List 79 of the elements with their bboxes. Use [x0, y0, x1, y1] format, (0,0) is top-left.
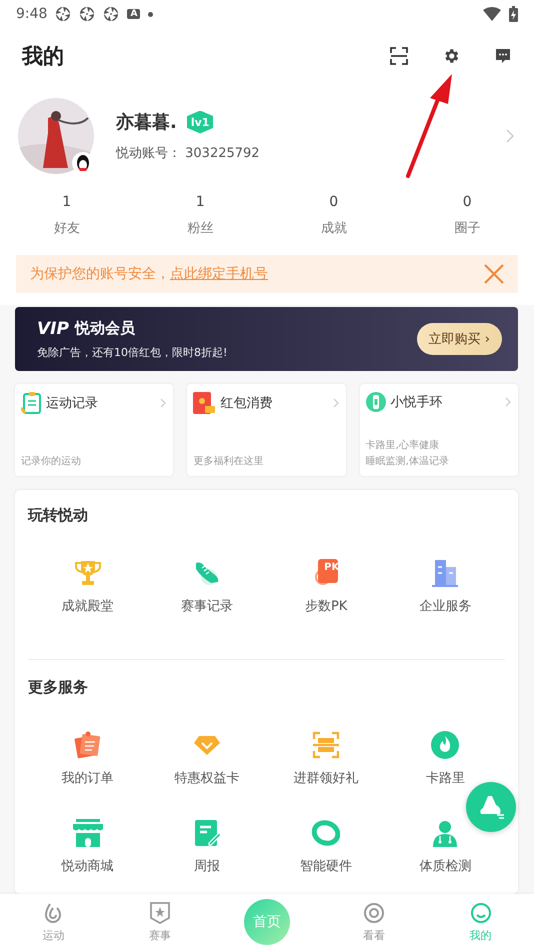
wristband-icon — [366, 392, 386, 412]
flame-icon[interactable] — [431, 731, 460, 759]
store-icon[interactable] — [72, 819, 103, 847]
vip-subtitle: 免除广告，还有10倍红包，限时8折起! — [37, 344, 228, 360]
chevron-right-icon — [332, 398, 339, 408]
stat-value[interactable]: 1 — [62, 194, 72, 210]
feature-card[interactable]: 小悦手环 卡路里,心率健康 睡眠监测,体温记录 — [360, 384, 518, 476]
ring-band-icon[interactable] — [312, 819, 340, 847]
buy-now-button[interactable]: 立即购买 › — [416, 323, 502, 355]
service-label[interactable]: 成就殿堂 — [62, 597, 114, 615]
scan-icon[interactable] — [390, 47, 408, 65]
feature-card[interactable]: 运动记录 记录你的运动 — [15, 384, 174, 476]
notice-text: 为保护您的账号安全， — [30, 265, 170, 283]
message-icon[interactable] — [494, 47, 512, 65]
envelope-icon — [193, 392, 216, 414]
app-notification-icon — [103, 6, 120, 22]
doctor-icon[interactable] — [431, 819, 460, 847]
more-dot-icon — [148, 12, 154, 16]
battery-icon — [509, 6, 518, 22]
stat-label[interactable]: 圈子 — [454, 219, 480, 237]
smile-face-icon — [470, 902, 492, 924]
scan-frame-icon[interactable] — [312, 731, 340, 759]
service-label[interactable]: 特惠权益卡 — [174, 769, 240, 787]
card-title: 运动记录 — [46, 395, 98, 412]
account-label: 悦动账号： — [116, 146, 181, 161]
vip-logo: VIP — [37, 318, 69, 338]
tab-label: 看看 — [362, 928, 385, 942]
tab-label: 赛事 — [149, 928, 172, 942]
service-label[interactable]: 企业服务 — [419, 597, 472, 615]
tab-label: 我的 — [470, 928, 492, 942]
buildings-icon[interactable] — [431, 559, 460, 587]
chevron-right-icon[interactable] — [506, 129, 514, 143]
wifi-icon — [483, 7, 501, 21]
card-title: 小悦手环 — [390, 394, 443, 411]
close-icon[interactable] — [484, 264, 504, 284]
status-time: 9:48 — [16, 6, 48, 22]
user-name: 亦暮暮. — [116, 111, 177, 134]
app-notification-icon — [79, 6, 96, 22]
eye-icon — [362, 902, 385, 924]
chevron-right-icon — [160, 398, 166, 408]
service-label[interactable]: 卡路里 — [426, 769, 465, 787]
edit-document-icon[interactable] — [192, 819, 221, 847]
card-description: 更多福利在这里 — [193, 454, 264, 468]
stat-label[interactable]: 成就 — [320, 219, 347, 237]
medal-badge-icon — [149, 902, 172, 924]
tab-label: 运动 — [42, 928, 64, 942]
trophy-icon[interactable] — [74, 559, 102, 587]
service-label[interactable]: 赛事记录 — [180, 597, 233, 615]
service-label[interactable]: 体质检测 — [419, 857, 472, 875]
service-label[interactable]: 智能硬件 — [300, 857, 352, 875]
app-notification-icon — [55, 6, 72, 22]
stat-value[interactable]: 1 — [196, 194, 205, 210]
stat-value[interactable]: 0 — [462, 194, 472, 210]
account-id: 303225792 — [185, 146, 260, 161]
stat-value[interactable]: 0 — [329, 194, 338, 210]
pk-icon[interactable] — [312, 559, 340, 587]
section-title: 更多服务 — [28, 678, 89, 697]
card-description: 记录你的运动 — [21, 454, 82, 468]
section-title: 玩转悦动 — [28, 506, 89, 525]
vip-title: 悦动会员 — [74, 319, 135, 338]
notification-letter-icon: A — [127, 9, 140, 19]
card-description: 卡路里,心率健康 — [366, 438, 440, 452]
stat-label[interactable]: 粉丝 — [187, 219, 214, 237]
card-description: 睡眠监测,体温记录 — [366, 454, 450, 468]
stat-label[interactable]: 好友 — [54, 219, 80, 237]
chevron-right-icon — [504, 397, 511, 407]
service-label[interactable]: 我的订单 — [62, 769, 114, 787]
notes-icon[interactable] — [74, 731, 102, 759]
pk-label: PK — [324, 562, 340, 573]
service-label[interactable]: 步数PK — [304, 597, 348, 615]
feature-card[interactable]: 红包消费 更多福利在这里 — [187, 384, 346, 476]
service-label[interactable]: 进群领好礼 — [294, 769, 359, 787]
clipboard-icon — [21, 392, 41, 414]
service-label[interactable]: 悦动商城 — [62, 857, 114, 875]
card-title: 红包消费 — [220, 395, 272, 412]
vip-banner[interactable]: VIP 悦动会员 免除广告，还有10倍红包，限时8折起! 立即购买 › — [15, 307, 518, 371]
page-title: 我的 — [22, 43, 64, 70]
level-badge: lv1 — [186, 110, 214, 134]
service-label[interactable]: 周报 — [194, 857, 220, 875]
